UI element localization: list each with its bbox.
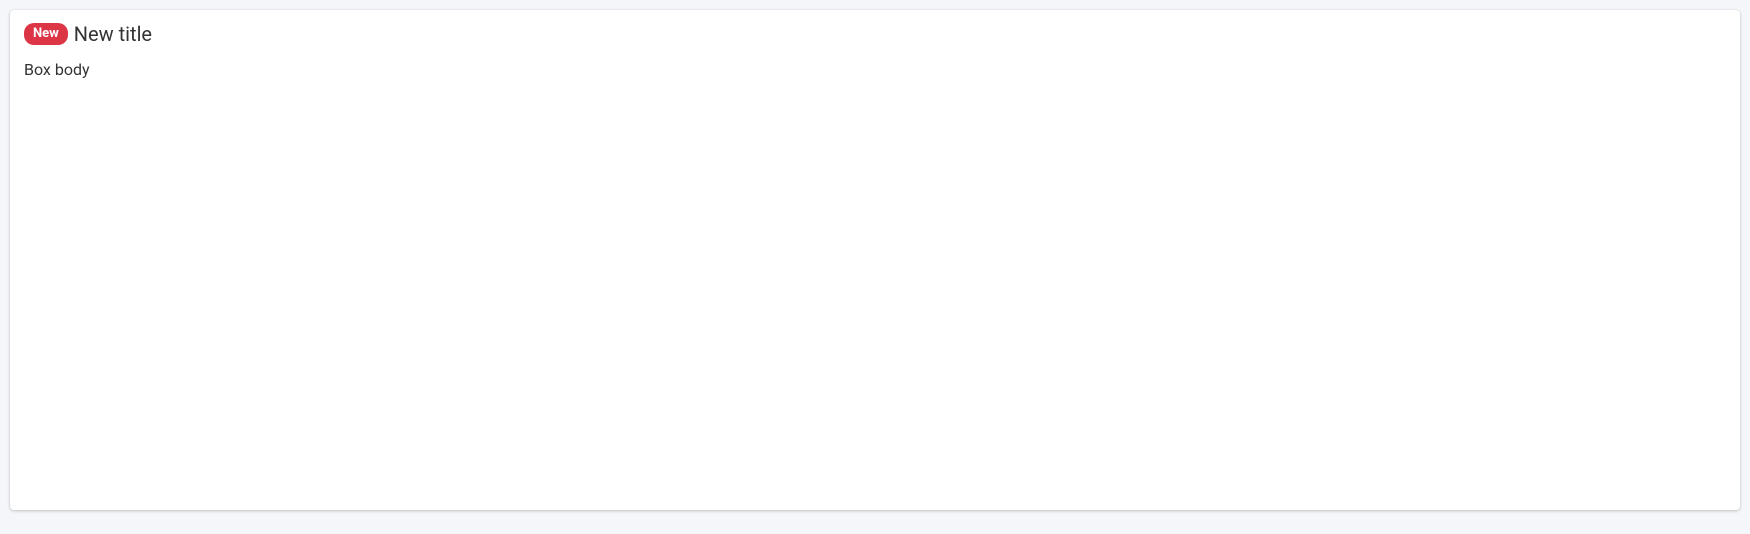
box-body: Box body [10, 46, 1740, 510]
info-box: New New title Box body [10, 10, 1740, 510]
new-badge: New [24, 23, 68, 45]
box-title: New title [74, 22, 152, 46]
box-header: New New title [10, 10, 1740, 46]
